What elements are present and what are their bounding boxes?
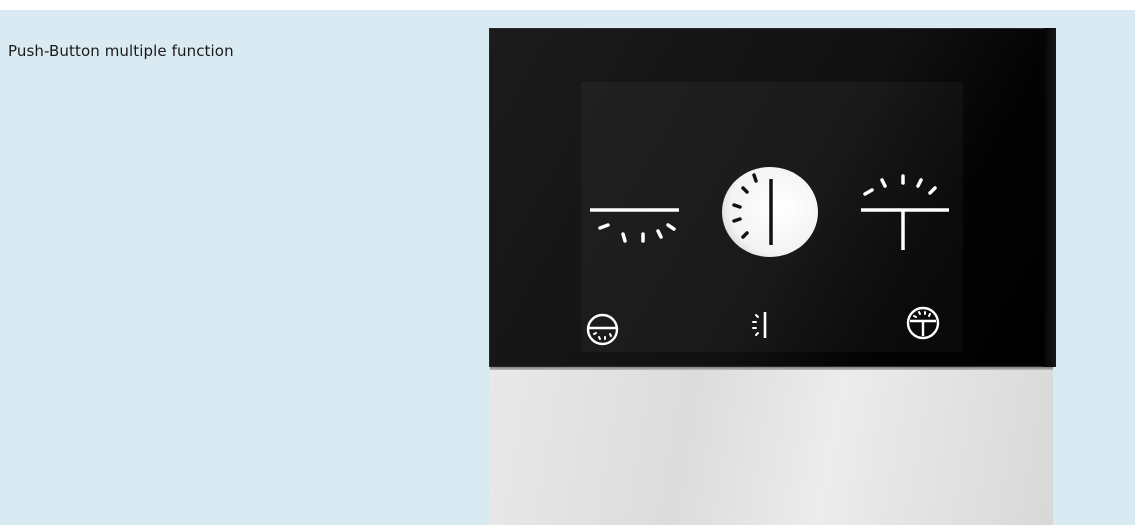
light-toggle-icon[interactable] bbox=[721, 165, 819, 259]
base-seam bbox=[490, 367, 1053, 370]
push-button-device bbox=[489, 28, 1056, 525]
glass-edge bbox=[1044, 28, 1056, 367]
light-down-small-icon bbox=[586, 313, 619, 346]
light-up-icon[interactable] bbox=[859, 174, 951, 252]
device-base bbox=[490, 367, 1053, 525]
light-toggle-small-icon bbox=[752, 312, 767, 338]
glass-panel bbox=[489, 28, 1056, 367]
light-down-icon[interactable] bbox=[588, 206, 682, 252]
page-title: Push-Button multiple function bbox=[8, 42, 234, 60]
light-up-small-icon bbox=[906, 306, 940, 340]
